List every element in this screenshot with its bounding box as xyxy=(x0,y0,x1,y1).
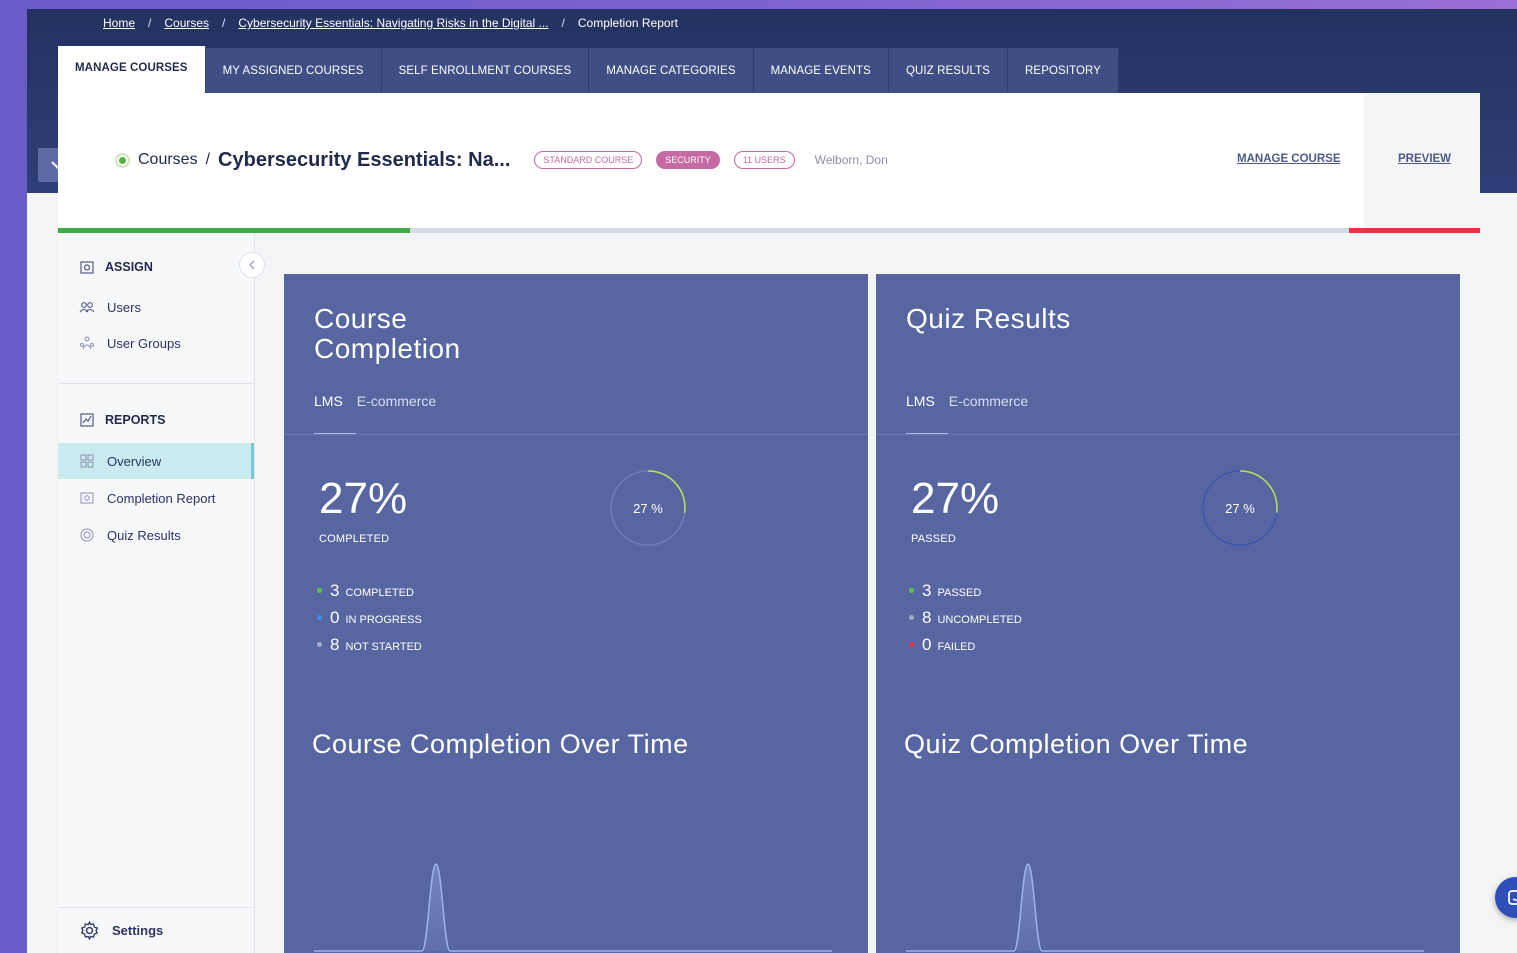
passed-percentage-label: PASSED xyxy=(911,533,957,545)
quiz-results-tabs: LMS E-commerce xyxy=(906,393,1028,409)
chevron-left-icon xyxy=(249,260,255,270)
tab-manage-events[interactable]: MANAGE EVENTS xyxy=(753,48,889,93)
chat-launcher-button[interactable] xyxy=(1495,877,1517,918)
completion-percentage-label: COMPLETED xyxy=(319,533,390,545)
course-title-row: Courses / Cybersecurity Essentials: Na..… xyxy=(115,147,888,173)
chat-icon xyxy=(1507,889,1517,905)
tab-lms[interactable]: LMS xyxy=(906,393,935,409)
assign-icon xyxy=(80,261,94,274)
course-status-bar xyxy=(58,228,1480,233)
tab-manage-courses[interactable]: MANAGE COURSES xyxy=(58,46,206,93)
main-tabs: MANAGE COURSES MY ASSIGNED COURSES SELF … xyxy=(58,46,1120,93)
sidebar-item-overview[interactable]: Overview xyxy=(58,443,254,479)
sidebar-item-quiz-results[interactable]: Quiz Results xyxy=(58,517,254,553)
gear-icon xyxy=(80,921,99,940)
tab-repository[interactable]: REPOSITORY xyxy=(1008,48,1120,93)
tab-ecommerce[interactable]: E-commerce xyxy=(357,393,436,409)
sidebar-item-user-groups[interactable]: User Groups xyxy=(58,325,254,361)
completion-ring-label: 27 % xyxy=(633,500,663,516)
course-owner: Welborn, Don xyxy=(814,153,888,167)
preview-link[interactable]: PREVIEW xyxy=(1398,153,1451,165)
sidebar: ASSIGN Users User Groups REPORTS Overvie… xyxy=(58,233,265,953)
breadcrumb-course[interactable]: Cybersecurity Essentials: Navigating Ris… xyxy=(238,16,548,30)
completion-legend: 3 COMPLETED 0 IN PROGRESS 8 NOT STARTED xyxy=(317,581,422,662)
sidebar-section-assign: ASSIGN xyxy=(79,259,153,275)
completion-ring: 27 % xyxy=(608,468,688,548)
passed-ring-label: 27 % xyxy=(1225,500,1255,516)
course-completion-over-time-title: Course Completion Over Time xyxy=(312,729,689,759)
course-completion-tabs: LMS E-commerce xyxy=(314,393,436,409)
target-icon xyxy=(80,528,94,542)
legend-item: 8 NOT STARTED xyxy=(317,635,422,662)
reports-icon xyxy=(80,413,94,427)
tab-quiz-results[interactable]: QUIZ RESULTS xyxy=(888,48,1009,93)
breadcrumb-current: Completion Report xyxy=(577,16,678,30)
tab-my-assigned-courses[interactable]: MY ASSIGNED COURSES xyxy=(205,48,382,93)
quiz-completion-over-time-title: Quiz Completion Over Time xyxy=(904,729,1249,759)
grid-icon xyxy=(80,454,94,468)
legend-item: 3 COMPLETED xyxy=(317,581,422,608)
quiz-results-title: Quiz Results xyxy=(906,303,1071,334)
quiz-results-panel: Quiz Results LMS E-commerce 27% PASSED 2… xyxy=(876,274,1460,953)
sidebar-section-reports: REPORTS xyxy=(79,412,165,428)
sidebar-item-users[interactable]: Users xyxy=(58,289,254,325)
course-type-badge: STANDARD COURSE xyxy=(534,151,643,169)
quiz-completion-over-time-chart xyxy=(906,863,1424,952)
breadcrumb-courses[interactable]: Courses xyxy=(164,16,209,30)
course-category-badge: SECURITY xyxy=(656,151,720,169)
tab-lms[interactable]: LMS xyxy=(314,393,343,409)
users-icon xyxy=(79,302,95,313)
breadcrumb-home[interactable]: Home xyxy=(103,16,135,30)
sidebar-settings[interactable]: Settings xyxy=(58,907,255,953)
manage-course-link[interactable]: MANAGE COURSE xyxy=(1237,153,1341,165)
passed-ring: 27 % xyxy=(1200,468,1280,548)
user-groups-icon xyxy=(80,336,94,350)
breadcrumb: Home / Courses / Cybersecurity Essential… xyxy=(103,16,678,30)
course-header-card: Courses / Cybersecurity Essentials: Na..… xyxy=(58,93,1480,233)
course-crumb-courses[interactable]: Courses xyxy=(138,151,198,169)
tab-manage-categories[interactable]: MANAGE CATEGORIES xyxy=(589,48,754,93)
completion-report-icon xyxy=(80,492,94,504)
course-title: Cybersecurity Essentials: Na... xyxy=(218,148,511,171)
course-completion-title: Course Completion xyxy=(314,303,461,364)
course-crumb-separator: / xyxy=(205,151,211,168)
tab-self-enrollment-courses[interactable]: SELF ENROLLMENT COURSES xyxy=(381,48,590,93)
legend-item: 3 PASSED xyxy=(909,581,1022,608)
legend-item: 0 IN PROGRESS xyxy=(317,608,422,635)
tab-ecommerce[interactable]: E-commerce xyxy=(949,393,1028,409)
passed-percentage: 27% xyxy=(911,474,1000,523)
quiz-legend: 3 PASSED 8 UNCOMPLETED 0 FAILED xyxy=(909,581,1022,662)
legend-item: 8 UNCOMPLETED xyxy=(909,608,1022,635)
course-users-badge[interactable]: 11 USERS xyxy=(733,151,795,169)
status-dot-icon xyxy=(115,152,130,168)
course-completion-panel: Course Completion LMS E-commerce 27% COM… xyxy=(284,274,868,953)
completion-percentage: 27% xyxy=(319,474,408,523)
app-window: Home / Courses / Cybersecurity Essential… xyxy=(27,9,1517,953)
sidebar-item-completion-report[interactable]: Completion Report xyxy=(58,480,254,516)
legend-item: 0 FAILED xyxy=(909,635,1022,662)
sidebar-collapse-button[interactable] xyxy=(239,252,265,278)
course-completion-over-time-chart xyxy=(314,863,832,952)
